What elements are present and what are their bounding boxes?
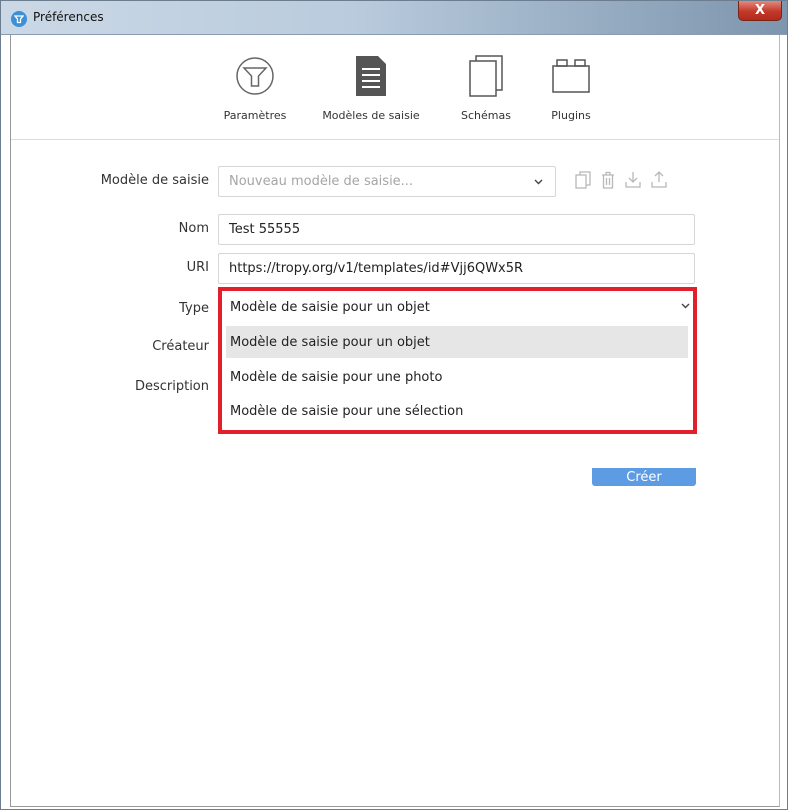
type-option-photo[interactable]: Modèle de saisie pour une photo: [226, 361, 688, 393]
tab-label: Paramètres: [223, 109, 287, 122]
name-label: Nom: [178, 221, 209, 236]
option-label: Modèle de saisie pour une photo: [230, 369, 443, 385]
uri-field[interactable]: https://tropy.org/v1/templates/id#Vjj6QW…: [218, 253, 695, 284]
tab-label: Modèles de saisie: [322, 109, 420, 122]
create-button-label: Créer: [626, 470, 662, 485]
creator-label: Créateur: [152, 339, 209, 354]
tab-label: Plugins: [551, 109, 591, 122]
plugin-icon: [551, 55, 591, 97]
tab-schemas[interactable]: Schémas: [451, 35, 521, 140]
description-label: Description: [134, 379, 209, 394]
close-icon: X: [754, 3, 766, 18]
tab-parametres[interactable]: Paramètres: [209, 35, 301, 140]
tropy-app-icon: [11, 11, 27, 27]
type-value: Modèle de saisie pour un objet: [230, 299, 430, 315]
tab-modeles-de-saisie[interactable]: Modèles de saisie: [311, 35, 431, 140]
type-option-selection[interactable]: Modèle de saisie pour une sélection: [226, 395, 688, 427]
type-label: Type: [179, 301, 209, 316]
uri-label: URI: [186, 260, 209, 275]
export-icon[interactable]: [651, 171, 667, 193]
document-icon: [354, 55, 388, 97]
template-actions: [575, 171, 667, 193]
tab-label: Schémas: [461, 109, 511, 122]
uri-value: https://tropy.org/v1/templates/id#Vjj6QW…: [229, 261, 524, 276]
window-title: Préférences: [33, 10, 104, 24]
type-select[interactable]: Modèle de saisie pour un objet: [230, 295, 690, 319]
type-dropdown[interactable]: Modèle de saisie pour un objet Modèle de…: [218, 287, 697, 434]
tab-plugins[interactable]: Plugins: [536, 35, 606, 140]
tropy-logo-icon: [235, 55, 275, 97]
option-label: Modèle de saisie pour un objet: [230, 334, 430, 350]
template-select[interactable]: Nouveau modèle de saisie...: [218, 166, 556, 197]
import-icon[interactable]: [625, 171, 641, 193]
template-placeholder: Nouveau modèle de saisie...: [229, 174, 414, 189]
template-label: Modèle de saisie: [100, 173, 209, 188]
copy-icon[interactable]: [575, 171, 591, 193]
chevron-down-icon: [681, 301, 690, 312]
vocabulary-icon: [468, 55, 504, 97]
title-bar[interactable]: Préférences X: [1, 1, 787, 35]
type-option-objet[interactable]: Modèle de saisie pour un objet: [226, 326, 688, 358]
option-label: Modèle de saisie pour une sélection: [230, 403, 464, 419]
chevron-down-icon: [534, 177, 543, 188]
trash-icon[interactable]: [601, 171, 615, 193]
preferences-window: Préférences X Paramètres Modèles de sais…: [0, 0, 788, 810]
preferences-content: Paramètres Modèles de saisie Schémas Plu…: [10, 35, 780, 807]
preferences-toolbar: Paramètres Modèles de saisie Schémas Plu…: [11, 35, 779, 140]
name-field[interactable]: Test 55555: [218, 214, 695, 245]
name-value: Test 55555: [229, 222, 301, 237]
create-button[interactable]: Créer: [592, 468, 696, 486]
close-button[interactable]: X: [738, 1, 782, 21]
